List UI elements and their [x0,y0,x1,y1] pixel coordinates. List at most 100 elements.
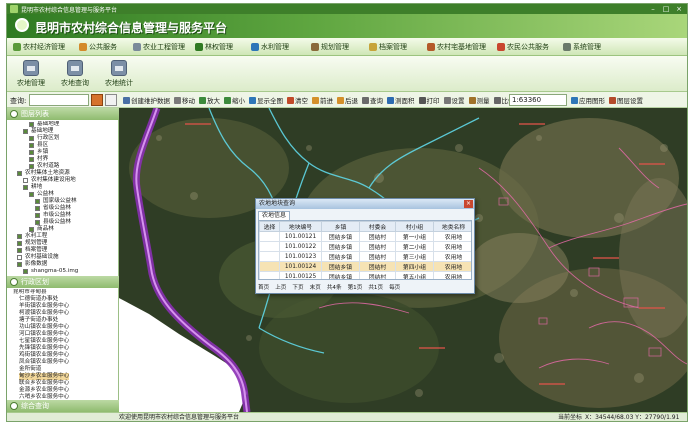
checkbox-icon[interactable] [17,248,22,253]
checkbox-icon[interactable] [35,199,40,204]
tree-item[interactable]: 七星镇农业服务中心 [7,338,119,345]
tree-item[interactable]: 农村集体土地资源 [7,170,119,177]
tool-back[interactable]: 后退 [337,95,358,105]
dialog-close-button[interactable]: × [464,200,473,208]
tree-item[interactable]: 先锋镇农业服务中心 [7,345,119,352]
tool-pan[interactable]: 移动 [174,95,195,105]
tree-item[interactable]: 省级公益林 [7,205,119,212]
table-row[interactable]: 101.00121 团结乡镇 团结村 第一小组 农用地 [259,231,471,242]
checkbox-icon[interactable] [29,122,34,127]
column-header[interactable]: 乡镇 [321,221,360,232]
tree-item[interactable]: 基础地理 [7,121,119,128]
tree-item[interactable]: 影像数据 [7,261,119,268]
table-row[interactable]: 101.00122 团结乡镇 团结村 第二小组 农用地 [259,241,471,252]
tree-item[interactable]: 农村基础设施 [7,254,119,261]
menu-item-water[interactable]: 水利管理 [251,41,289,53]
farmland-query-button[interactable]: 农地查询 [55,58,95,90]
pager-item[interactable]: 下页 [292,283,303,293]
tree-item[interactable]: 塘子街道办事处 [7,317,119,324]
tree-item[interactable]: 甸沙乡农业服务中心 [7,373,119,380]
menu-item-economy[interactable]: 农村经济管理 [13,41,65,53]
menu-item-homestead[interactable]: 农村宅基地管理 [427,41,486,53]
farmland-stats-button[interactable]: 农地统计 [99,58,139,90]
checkbox-icon[interactable] [29,150,34,155]
locate-icon[interactable] [105,94,117,106]
menu-item-public-service[interactable]: 公共服务 [79,41,117,53]
menu-item-archives[interactable]: 档案管理 [369,41,407,53]
row-select-cell[interactable] [259,231,280,242]
tool-edit-data[interactable]: 创建维护数据 [123,95,170,105]
column-header[interactable]: 村小组 [395,221,434,232]
admin-panel-header[interactable]: 行政区划 [7,276,119,288]
tab-farmland-info[interactable]: 农地信息 [258,211,291,220]
tree-item[interactable]: 河口镇农业服务中心 [7,331,119,338]
checkbox-icon[interactable] [29,164,34,169]
tree-item[interactable]: 基础地理 [7,128,119,135]
menu-item-planning[interactable]: 规划管理 [311,41,349,53]
tree-item[interactable]: 联合乡农业服务中心 [7,380,119,387]
tree-item[interactable]: 水利工程 [7,233,119,240]
checkbox-icon[interactable] [29,227,34,232]
tree-item[interactable]: 档案管理 [7,247,119,254]
menu-item-forest-rights[interactable]: 林权管理 [195,41,233,53]
scale-select[interactable]: 1:63360 [509,94,567,106]
tree-item[interactable]: 昆明市寻甸县 [7,289,119,296]
checkbox-icon[interactable] [17,241,22,246]
tree-item[interactable]: 规划管理 [7,240,119,247]
checkbox-icon[interactable] [23,269,28,274]
tool-query[interactable]: 查询 [362,95,383,105]
column-header[interactable]: 地块编号 [279,221,322,232]
column-header[interactable]: 地类名称 [433,221,471,232]
tree-item[interactable]: 农村道路 [7,163,119,170]
tree-item[interactable]: 农村集体建设用地 [7,177,119,184]
tree-item[interactable]: 县级公益林 [7,219,119,226]
query-panel-header[interactable]: 综合查询 [7,400,119,412]
farmland-manage-button[interactable]: 农地管理 [11,58,51,90]
tree-item[interactable]: 金所街道 [7,366,119,373]
maximize-button[interactable]: □ [660,5,672,13]
tool-measure[interactable]: 测量 [468,95,490,105]
checkbox-icon[interactable] [35,213,40,218]
checkbox-icon[interactable] [23,185,28,190]
checkbox-icon[interactable] [23,129,28,134]
checkbox-icon[interactable] [29,143,34,148]
tree-item[interactable]: 商品林 [7,226,119,233]
search-go-icon[interactable] [91,94,103,106]
table-row[interactable]: 101.00124 团结乡镇 团结村 第四小组 农用地 [259,261,471,272]
tree-item[interactable]: 公益林 [7,191,119,198]
tree-item[interactable]: 村界 [7,156,119,163]
tree-item[interactable]: 金源乡农业服务中心 [7,387,119,394]
tool-measure-area[interactable]: 测面积 [387,95,415,105]
tool-zoom-in[interactable]: 放大 [199,95,220,105]
menu-item-farmer-service[interactable]: 农民公共服务 [497,41,549,53]
tool-zoom-out[interactable]: 缩小 [224,95,245,105]
checkbox-icon[interactable] [29,136,34,141]
tree-item[interactable]: shangma-05.img [7,268,119,275]
tool-forward[interactable]: 前进 [312,95,333,105]
checkbox-icon[interactable] [17,262,22,267]
row-select-cell[interactable] [259,241,280,252]
row-select-cell[interactable] [259,261,280,272]
checkbox-icon[interactable] [35,220,40,225]
minimize-button[interactable]: – [647,5,659,13]
menu-item-system[interactable]: 系统管理 [563,41,601,53]
tool-full-extent[interactable]: 显示全图 [249,95,283,105]
checkbox-icon[interactable] [23,178,28,183]
checkbox-icon[interactable] [17,171,22,176]
column-header[interactable]: 村委会 [359,221,396,232]
tree-item[interactable]: 柯渡镇农业服务中心 [7,310,119,317]
checkbox-icon[interactable] [29,157,34,162]
table-row[interactable]: 101.00123 团结乡镇 团结村 第三小组 农用地 [259,251,471,262]
tool-clear[interactable]: 清空 [287,95,308,105]
tree-item[interactable]: 仁德街道办事处 [7,296,119,303]
tree-item[interactable]: 凤合镇农业服务中心 [7,359,119,366]
menu-item-agri-project[interactable]: 农业工程管理 [133,41,185,53]
pager-item[interactable]: 末页 [310,283,321,293]
checkbox-icon[interactable] [29,192,34,197]
tree-item[interactable]: 市级公益林 [7,212,119,219]
row-select-cell[interactable] [259,271,280,279]
tool-settings[interactable]: 设置 [443,95,465,105]
checkbox-icon[interactable] [17,234,22,239]
dialog-title[interactable]: 农地地块查询 [256,199,474,209]
column-header[interactable]: 选择 [259,221,280,232]
